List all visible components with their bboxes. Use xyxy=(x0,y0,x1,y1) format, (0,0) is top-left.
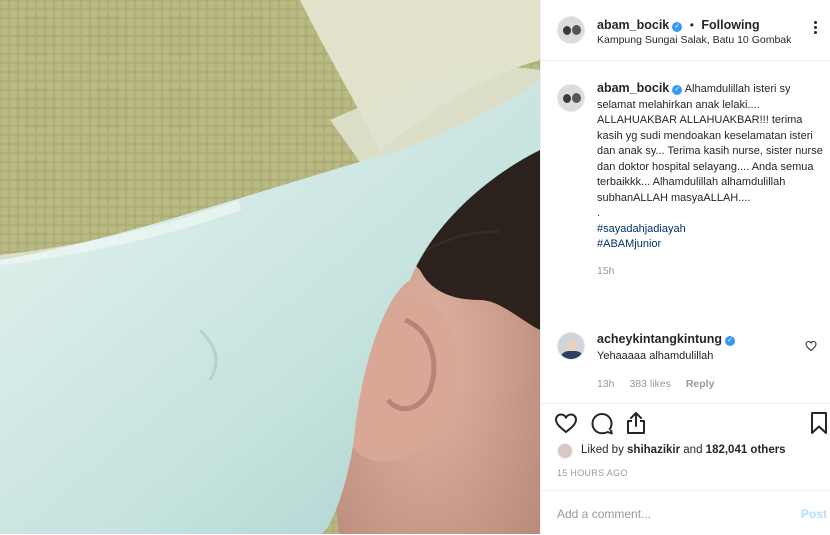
post-comment-button[interactable]: Post xyxy=(801,507,827,521)
share-button[interactable] xyxy=(623,410,649,436)
comment-item: acheykintangkintung ✓ Yehaaaaa alhamdulil… xyxy=(557,331,823,392)
following-button[interactable]: Following xyxy=(701,18,759,32)
add-comment-input[interactable] xyxy=(555,504,779,524)
separator-dot: • xyxy=(689,18,694,32)
caption-age[interactable]: 15h xyxy=(597,264,823,280)
verified-badge-icon: ✓ xyxy=(672,85,683,95)
location-link[interactable]: Kampung Sungai Salak, Batu 10 Gombak xyxy=(597,34,791,46)
post-header: abam_bocik ✓ • Following Kampung Sungai S… xyxy=(541,0,830,61)
post-sidebar: abam_bocik ✓ • Following Kampung Sungai S… xyxy=(540,0,830,534)
comment-like-heart-icon[interactable] xyxy=(805,340,817,352)
reply-button[interactable]: Reply xyxy=(686,378,715,390)
author-username[interactable]: abam_bocik xyxy=(597,18,669,32)
commenter-username[interactable]: acheykintangkintung xyxy=(597,332,722,346)
commenter-avatar[interactable] xyxy=(557,332,585,360)
hashtag-link[interactable]: #sayadahjadiayah xyxy=(597,222,823,238)
post-photo[interactable] xyxy=(0,0,540,534)
like-button[interactable] xyxy=(553,410,579,436)
comment-button[interactable] xyxy=(589,410,615,436)
likes-count[interactable]: 182,041 others xyxy=(706,444,786,456)
verified-badge-icon: ✓ xyxy=(725,336,736,346)
liker-avatar[interactable] xyxy=(557,443,573,459)
comment-text: Yehaaaaa alhamdulillah xyxy=(597,350,714,362)
post-timestamp[interactable]: 15 HOURS AGO xyxy=(557,468,628,478)
bookmark-icon xyxy=(811,412,827,434)
action-bar xyxy=(541,403,830,442)
caption-author-avatar[interactable] xyxy=(557,84,585,112)
newborn-photo-image xyxy=(0,0,540,534)
add-comment-bar: Post xyxy=(541,490,830,535)
likes-prefix: Liked by xyxy=(581,444,628,456)
comment-age[interactable]: 13h xyxy=(597,378,615,390)
hashtag-link[interactable]: #ABAMjunior xyxy=(597,237,823,253)
save-button[interactable] xyxy=(806,410,830,436)
author-avatar[interactable] xyxy=(557,16,585,44)
comments-list[interactable]: abam_bocik ✓ Alhamdulillah isteri sy sela… xyxy=(541,61,830,403)
likes-middle: and xyxy=(680,444,706,456)
comment-likes-count[interactable]: 383 likes xyxy=(629,378,670,390)
more-options-icon[interactable] xyxy=(809,20,821,36)
caption: abam_bocik ✓ Alhamdulillah isteri sy sela… xyxy=(557,81,823,279)
liker-username[interactable]: shihazikir xyxy=(627,444,680,456)
heart-outline-icon xyxy=(554,413,578,434)
caption-username[interactable]: abam_bocik xyxy=(597,81,669,95)
share-upload-icon xyxy=(627,412,645,434)
comment-bubble-icon xyxy=(591,413,613,435)
caption-text: Alhamdulillah isteri sy selamat melahirk… xyxy=(597,83,823,219)
verified-badge-icon: ✓ xyxy=(672,22,683,32)
likes-summary: Liked by shihazikir and 182,041 others xyxy=(557,441,827,461)
